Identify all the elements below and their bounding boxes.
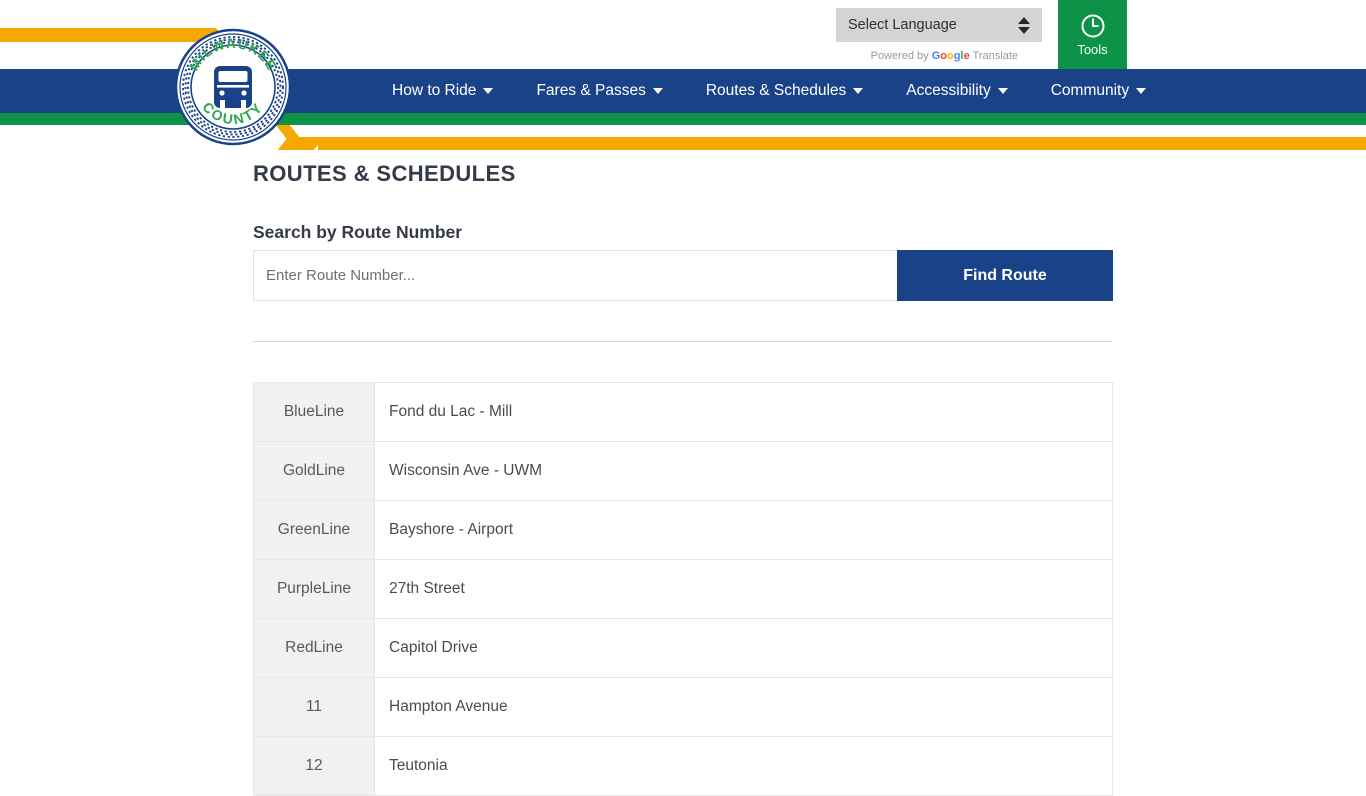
google-translate-attribution: Powered by Google Translate (836, 50, 1042, 62)
route-id-cell[interactable]: GreenLine (253, 500, 375, 560)
nav-label: How to Ride (392, 82, 477, 99)
table-row[interactable]: GreenLine Bayshore - Airport (253, 500, 1113, 560)
nav-item-fares-passes[interactable]: Fares & Passes (536, 82, 685, 100)
tools-button[interactable]: Tools (1058, 0, 1127, 69)
nav-label: Accessibility (906, 82, 991, 99)
table-row[interactable]: GoldLine Wisconsin Ave - UWM (253, 441, 1113, 501)
route-id-cell[interactable]: PurpleLine (253, 559, 375, 619)
table-row[interactable]: BlueLine Fond du Lac - Mill (253, 382, 1113, 442)
page-title: ROUTES & SCHEDULES (253, 161, 516, 186)
route-search-row: Find Route (253, 250, 1113, 301)
nav-label: Routes & Schedules (705, 82, 847, 99)
chevron-down-icon (483, 88, 494, 94)
nav-item-community[interactable]: Community (1051, 82, 1169, 100)
route-name-cell[interactable]: Hampton Avenue (374, 677, 1113, 737)
table-row[interactable]: PurpleLine 27th Street (253, 559, 1113, 619)
milwaukee-county-logo[interactable]: MILWAUKEE COUNTY (174, 28, 292, 146)
route-name-cell[interactable]: 27th Street (374, 559, 1113, 619)
nav-item-routes-schedules[interactable]: Routes & Schedules (706, 82, 886, 100)
routes-table-body: BlueLine Fond du Lac - Mill GoldLine Wis… (253, 382, 1113, 796)
route-id-cell[interactable]: 12 (253, 736, 375, 796)
spinner-arrows-icon (1018, 16, 1030, 34)
table-row[interactable]: RedLine Capitol Drive (253, 618, 1113, 678)
chevron-down-icon (1136, 88, 1147, 94)
route-id-cell[interactable]: BlueLine (253, 382, 375, 442)
chevron-down-icon (997, 88, 1008, 94)
chevron-down-icon (652, 88, 663, 94)
bus-icon (214, 66, 252, 108)
chevron-down-icon (853, 88, 864, 94)
route-id-cell[interactable]: RedLine (253, 618, 375, 678)
main-content: ROUTES & SCHEDULES Search by Route Numbe… (0, 152, 1366, 796)
orange-stripe-top (0, 28, 196, 42)
powered-by-text: Powered by (870, 50, 929, 62)
section-divider (253, 341, 1113, 342)
route-name-cell[interactable]: Bayshore - Airport (374, 500, 1113, 560)
route-name-cell[interactable]: Capitol Drive (374, 618, 1113, 678)
route-name-cell[interactable]: Teutonia (374, 736, 1113, 796)
language-select[interactable]: Select Language (836, 8, 1042, 42)
orange-stripe-bottom (318, 137, 1366, 150)
search-section-heading: Search by Route Number (253, 222, 463, 242)
table-row[interactable]: 11 Hampton Avenue (253, 677, 1113, 737)
language-select-label: Select Language (848, 17, 957, 33)
routes-table: BlueLine Fond du Lac - Mill GoldLine Wis… (253, 382, 1113, 796)
google-wordmark: Google (931, 50, 970, 62)
tools-button-label: Tools (1077, 41, 1108, 57)
site-header: MILWAUKEE COUNTY Select Language Powered… (0, 0, 1366, 152)
nav-label: Fares & Passes (536, 82, 646, 99)
clock-icon (1081, 14, 1104, 37)
table-row[interactable]: 12 Teutonia (253, 736, 1113, 796)
find-route-button[interactable]: Find Route (897, 250, 1113, 301)
translate-text: Translate (972, 50, 1018, 62)
nav-item-accessibility[interactable]: Accessibility (906, 82, 1030, 100)
nav-label: Community (1050, 82, 1130, 99)
route-name-cell[interactable]: Fond du Lac - Mill (374, 382, 1113, 442)
route-id-cell[interactable]: 11 (253, 677, 375, 737)
nav-item-how-to-ride[interactable]: How to Ride (392, 82, 516, 100)
route-number-input[interactable] (253, 250, 897, 301)
language-selector-area: Select Language Powered by Google Transl… (836, 8, 1042, 62)
route-name-cell[interactable]: Wisconsin Ave - UWM (374, 441, 1113, 501)
route-id-cell[interactable]: GoldLine (253, 441, 375, 501)
main-navigation: How to Ride Fares & Passes Routes & Sche… (392, 69, 1169, 113)
